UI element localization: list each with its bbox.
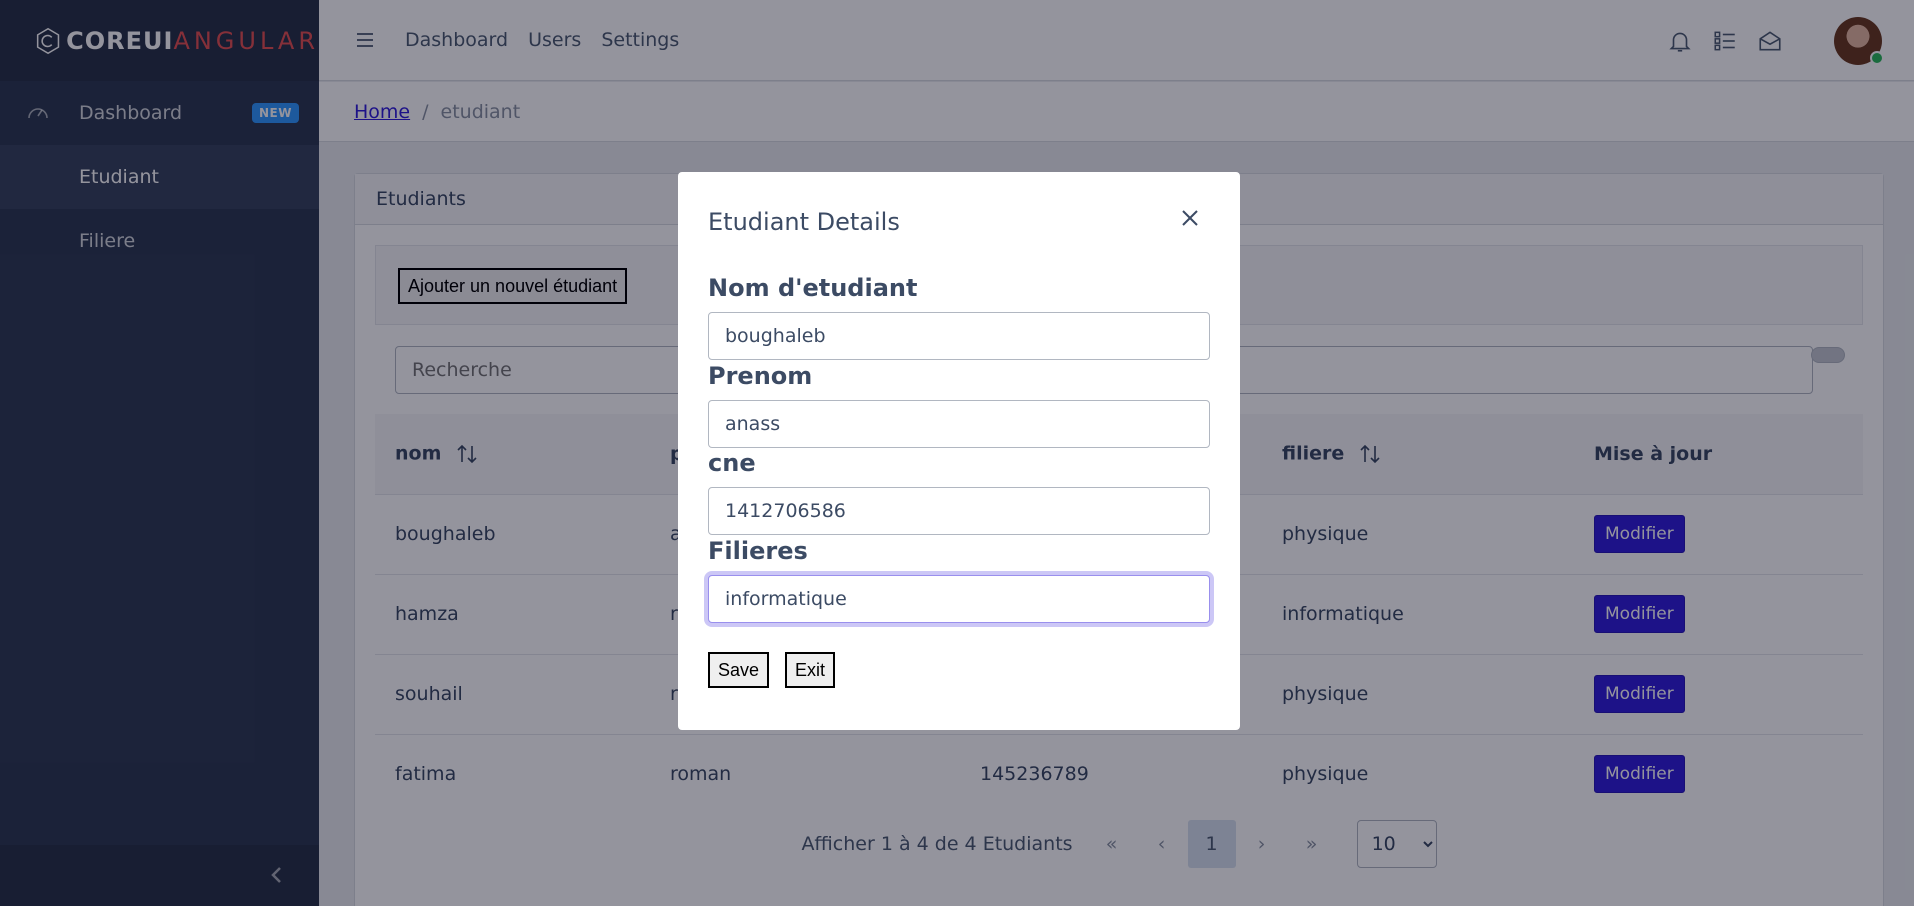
nom-input[interactable] [708,312,1210,360]
etudiant-details-modal: Etudiant Details Nom d'etudiant Prenom c… [678,172,1240,730]
exit-button[interactable]: Exit [785,652,836,688]
close-icon[interactable] [1178,206,1202,230]
prenom-label: Prenom [708,362,813,390]
prenom-input[interactable] [708,400,1210,448]
modal-title: Etudiant Details [708,208,900,236]
cne-input[interactable] [708,487,1210,535]
nom-label: Nom d'etudiant [708,274,918,302]
filieres-label: Filieres [708,537,808,565]
filieres-input[interactable] [708,575,1210,623]
save-button[interactable]: Save [708,652,770,688]
cne-label: cne [708,449,756,477]
